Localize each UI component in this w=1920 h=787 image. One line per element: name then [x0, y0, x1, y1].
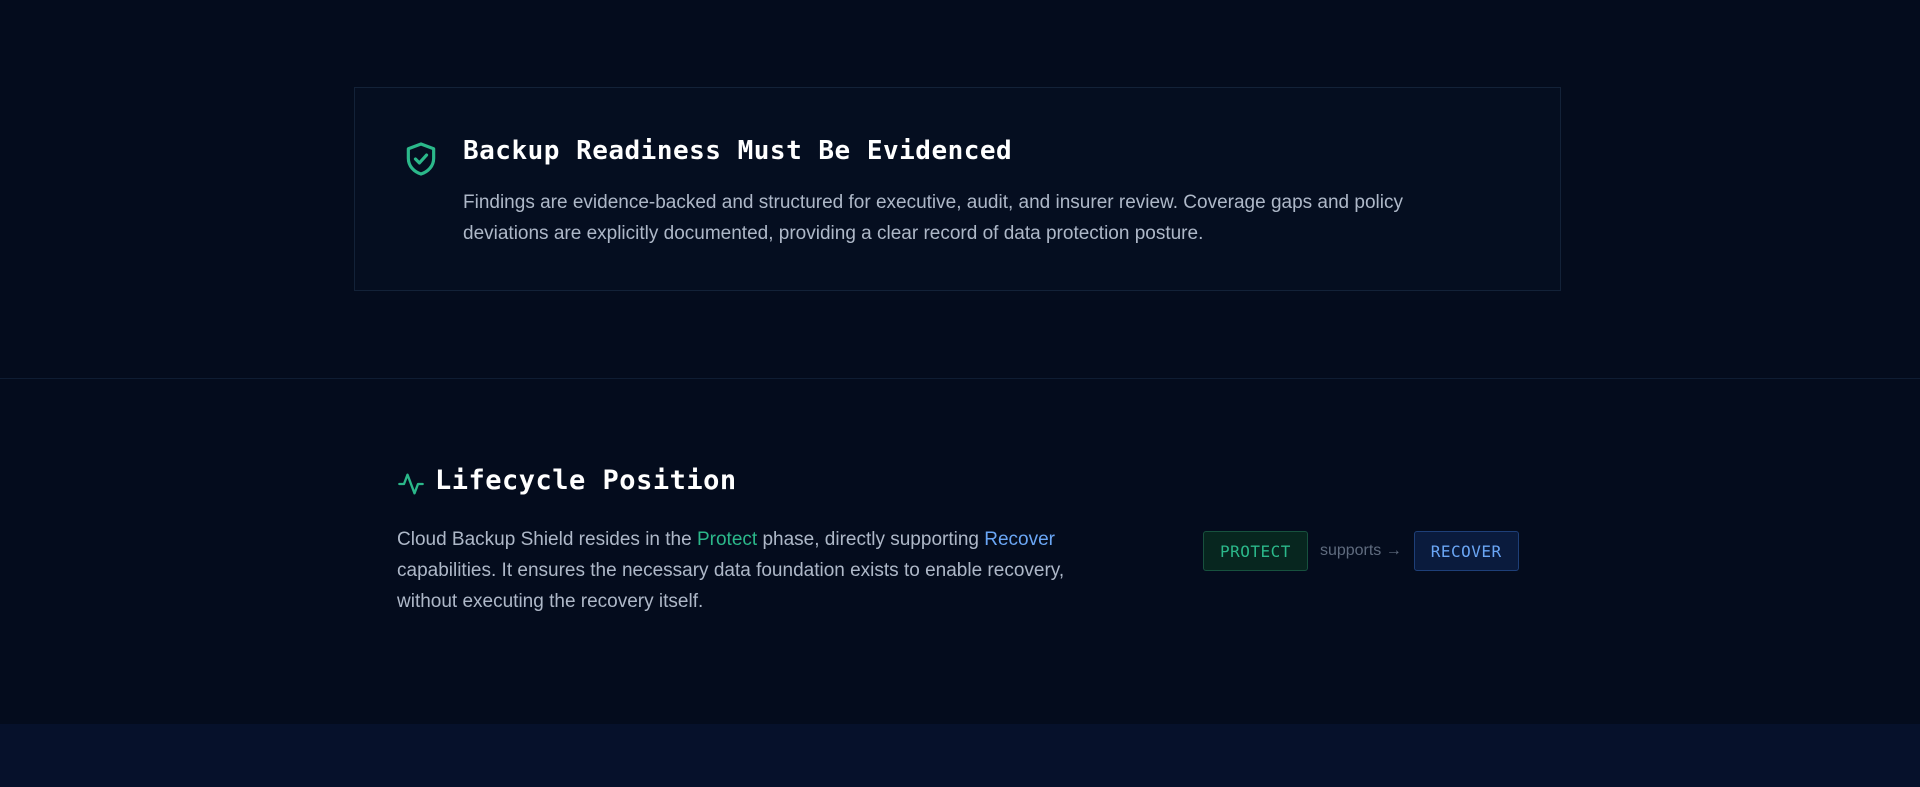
evidence-section: Backup Readiness Must Be Evidenced Findi…: [0, 0, 1920, 378]
phase-flow: PROTECT supports → RECOVER: [1203, 531, 1519, 571]
lifecycle-description: Cloud Backup Shield resides in the Prote…: [397, 524, 1117, 617]
activity-pulse-icon: [398, 473, 424, 495]
section-divider: [0, 378, 1920, 379]
lifecycle-text-1: Cloud Backup Shield resides in the: [397, 529, 697, 550]
protect-badge: PROTECT: [1203, 531, 1308, 571]
lifecycle-title: Lifecycle Position: [435, 465, 737, 496]
lifecycle-text-3: capabilities. It ensures the necessary d…: [397, 560, 1065, 612]
evidence-description: Findings are evidence-backed and structu…: [463, 192, 1403, 244]
evidence-title: Backup Readiness Must Be Evidenced: [463, 136, 1013, 166]
recover-highlight: Recover: [984, 529, 1055, 550]
shield-check-icon: [406, 142, 436, 176]
evidence-card: Backup Readiness Must Be Evidenced Findi…: [354, 87, 1561, 291]
page: Backup Readiness Must Be Evidenced Findi…: [0, 0, 1920, 787]
lifecycle-text-2: phase, directly supporting: [757, 529, 985, 550]
supports-connector: supports →: [1319, 542, 1402, 559]
recover-badge: RECOVER: [1413, 531, 1519, 571]
protect-highlight: Protect: [696, 529, 758, 550]
next-section-band: [0, 724, 1920, 787]
